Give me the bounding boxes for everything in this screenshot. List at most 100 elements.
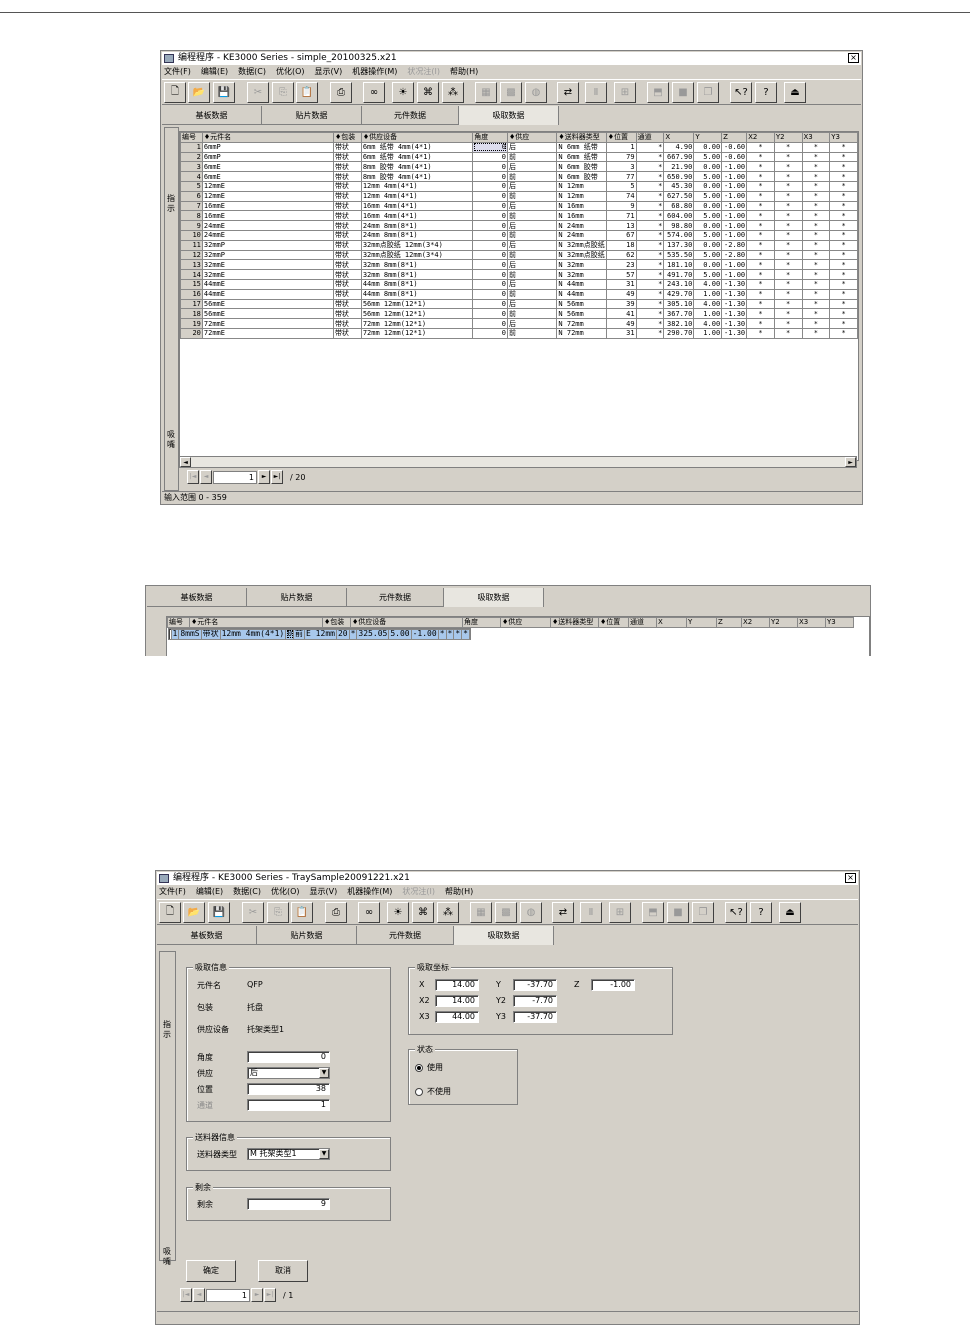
table-row[interactable]: 3 6mmE 带状 8mm 胶带 4mm(4*1) 0 后 N 6mm 胶带 3 * 21.90 0… <box>180 161 858 173</box>
cut-icon[interactable]: ✂ <box>242 902 264 923</box>
column-header[interactable]: Z <box>716 617 742 628</box>
column-header[interactable]: Y2 <box>769 617 798 628</box>
table-cell[interactable]: 31 <box>605 327 637 339</box>
table-cell[interactable]: 0 <box>472 161 508 173</box>
table-cell[interactable]: 12 <box>180 249 203 261</box>
table-cell[interactable]: N 16mm <box>556 200 607 212</box>
chevron-down-icon[interactable]: ▼ <box>319 1149 329 1159</box>
column-header[interactable]: ♦包装 <box>332 132 362 143</box>
table-cell[interactable]: * <box>635 190 665 202</box>
table-cell[interactable]: 2 <box>180 151 203 163</box>
column-header[interactable]: X <box>656 617 687 628</box>
position-input[interactable]: 38 <box>247 1083 330 1095</box>
menu-item[interactable]: 编辑(E) <box>196 886 223 898</box>
table-cell[interactable]: 8mmS <box>178 628 202 640</box>
prev-record-icon[interactable]: ◄ <box>193 1288 205 1302</box>
table-row[interactable]: 14 32mmE 带状 32mm 8mm(8*1) 0 前 N 32mm 57 * 491.70 5… <box>180 269 858 280</box>
table-cell[interactable]: * <box>635 278 665 290</box>
table-cell[interactable]: * <box>829 308 858 320</box>
table-cell[interactable]: -1.00 <box>410 628 439 640</box>
column-header[interactable]: ♦元件名 <box>201 132 334 143</box>
table-cell[interactable]: 45.30 <box>663 180 695 192</box>
table-cell[interactable]: N 32mm点胶纸 <box>556 249 607 261</box>
table-cell[interactable]: 5.00 <box>693 190 723 202</box>
table-cell[interactable]: 325.05 <box>356 628 390 640</box>
table-cell[interactable]: 72mm 12mm(12*1) <box>360 327 474 339</box>
table-cell[interactable]: 5.00 <box>693 210 723 222</box>
table-cell[interactable]: 前 <box>506 210 558 222</box>
table-cell[interactable]: 32mmE <box>201 259 334 271</box>
table-cell[interactable]: 后 <box>506 220 558 231</box>
table-cell[interactable]: * <box>348 628 358 640</box>
table-cell[interactable]: 41 <box>605 308 637 320</box>
table-cell[interactable]: 62 <box>605 249 637 261</box>
table-cell[interactable]: 0 <box>285 628 295 640</box>
table-cell[interactable]: 5.00 <box>693 229 723 241</box>
table-cell[interactable]: 0.00 <box>693 259 723 271</box>
placement-icon[interactable]: ⌘ <box>412 902 434 923</box>
table-row[interactable]: 18 56mmE 带状 56mm 12mm(12*1) 0 前 N 56mm 41 * 367.7… <box>180 308 858 320</box>
table-cell[interactable]: -1.00 <box>721 269 748 280</box>
table-cell[interactable]: * <box>773 200 803 212</box>
table-cell[interactable]: * <box>773 210 803 222</box>
menu-item[interactable]: 状况注(I) <box>407 66 440 78</box>
z-input[interactable]: -1.00 <box>591 979 635 991</box>
menu-item[interactable]: 数据(C) <box>233 886 261 898</box>
help-icon[interactable]: ? <box>755 82 777 103</box>
table-cell[interactable]: 带状 <box>332 141 362 153</box>
x3-input[interactable]: 44.00 <box>435 1011 479 1023</box>
table-cell[interactable]: 5 <box>180 180 203 192</box>
send-icon[interactable]: ⬒ <box>647 82 669 103</box>
column-header[interactable]: X <box>663 132 695 143</box>
find-icon[interactable]: ∞ <box>358 902 380 923</box>
table-cell[interactable]: 137.30 <box>663 239 695 251</box>
table-cell[interactable]: N 24mm <box>556 229 607 241</box>
table-cell[interactable]: * <box>801 308 831 320</box>
table-cell[interactable]: * <box>635 200 665 212</box>
table-cell[interactable]: * <box>773 190 803 202</box>
table-cell[interactable]: * <box>801 161 831 173</box>
table-cell[interactable]: 604.00 <box>663 210 695 222</box>
tab-0[interactable]: 基板数据 <box>147 588 247 607</box>
horizontal-scrollbar[interactable]: ◄ ► <box>179 456 857 468</box>
table-cell[interactable]: 带状 <box>332 171 362 182</box>
next-record-icon[interactable]: ► <box>251 1288 263 1302</box>
table-cell[interactable]: 后 <box>506 278 558 290</box>
table-cell[interactable]: -1.00 <box>721 220 748 231</box>
column-header[interactable]: X3 <box>801 132 831 143</box>
table-cell[interactable]: 20 <box>180 327 203 339</box>
paste-icon[interactable]: 📋 <box>291 902 313 923</box>
column-header[interactable]: 通道 <box>628 617 657 628</box>
table-cell[interactable]: 49 <box>605 318 637 329</box>
table-cell[interactable]: 7 <box>180 200 203 212</box>
table-cell[interactable]: 44mmE <box>201 278 334 290</box>
table-cell[interactable]: * <box>801 298 831 310</box>
cut-icon[interactable]: ✂ <box>247 82 269 103</box>
table-cell[interactable]: -2.80 <box>721 249 748 261</box>
table-row[interactable]: 15 44mmE 带状 44mm 8mm(8*1) 0 后 N 44mm 31 * 243.10 4… <box>180 278 858 290</box>
table-cell[interactable]: 前 <box>506 327 558 339</box>
table-cell[interactable]: * <box>746 259 775 271</box>
table-cell[interactable]: * <box>773 229 803 241</box>
table-cell[interactable]: 1.00 <box>693 288 723 300</box>
table-cell[interactable]: * <box>801 327 831 339</box>
column-header[interactable]: ♦位置 <box>598 617 629 628</box>
table-cell[interactable]: 带状 <box>332 308 362 320</box>
convert-icon[interactable]: ⇄ <box>557 82 579 103</box>
table-cell[interactable]: -1.30 <box>721 288 748 300</box>
table-cell[interactable]: 290.70 <box>663 327 695 339</box>
table-cell[interactable]: -1.00 <box>721 200 748 212</box>
table-cell[interactable]: 5.00 <box>693 171 723 182</box>
exit-icon[interactable]: ⏏ <box>784 82 806 103</box>
table-cell[interactable]: * <box>801 171 831 182</box>
table-cell[interactable]: -1.00 <box>721 190 748 202</box>
table-cell[interactable]: * <box>635 141 665 153</box>
table-cell[interactable]: N 32mm点胶纸 <box>556 239 607 251</box>
table-cell[interactable]: 带状 <box>332 259 362 271</box>
table-cell[interactable]: 带状 <box>332 200 362 212</box>
table-cell[interactable]: 1 <box>605 141 637 153</box>
column-header[interactable]: ♦包装 <box>322 617 351 628</box>
table-cell[interactable]: 带状 <box>332 269 362 280</box>
table-cell[interactable]: 1.00 <box>693 327 723 339</box>
align-icon[interactable]: Ⅱ <box>580 902 602 923</box>
